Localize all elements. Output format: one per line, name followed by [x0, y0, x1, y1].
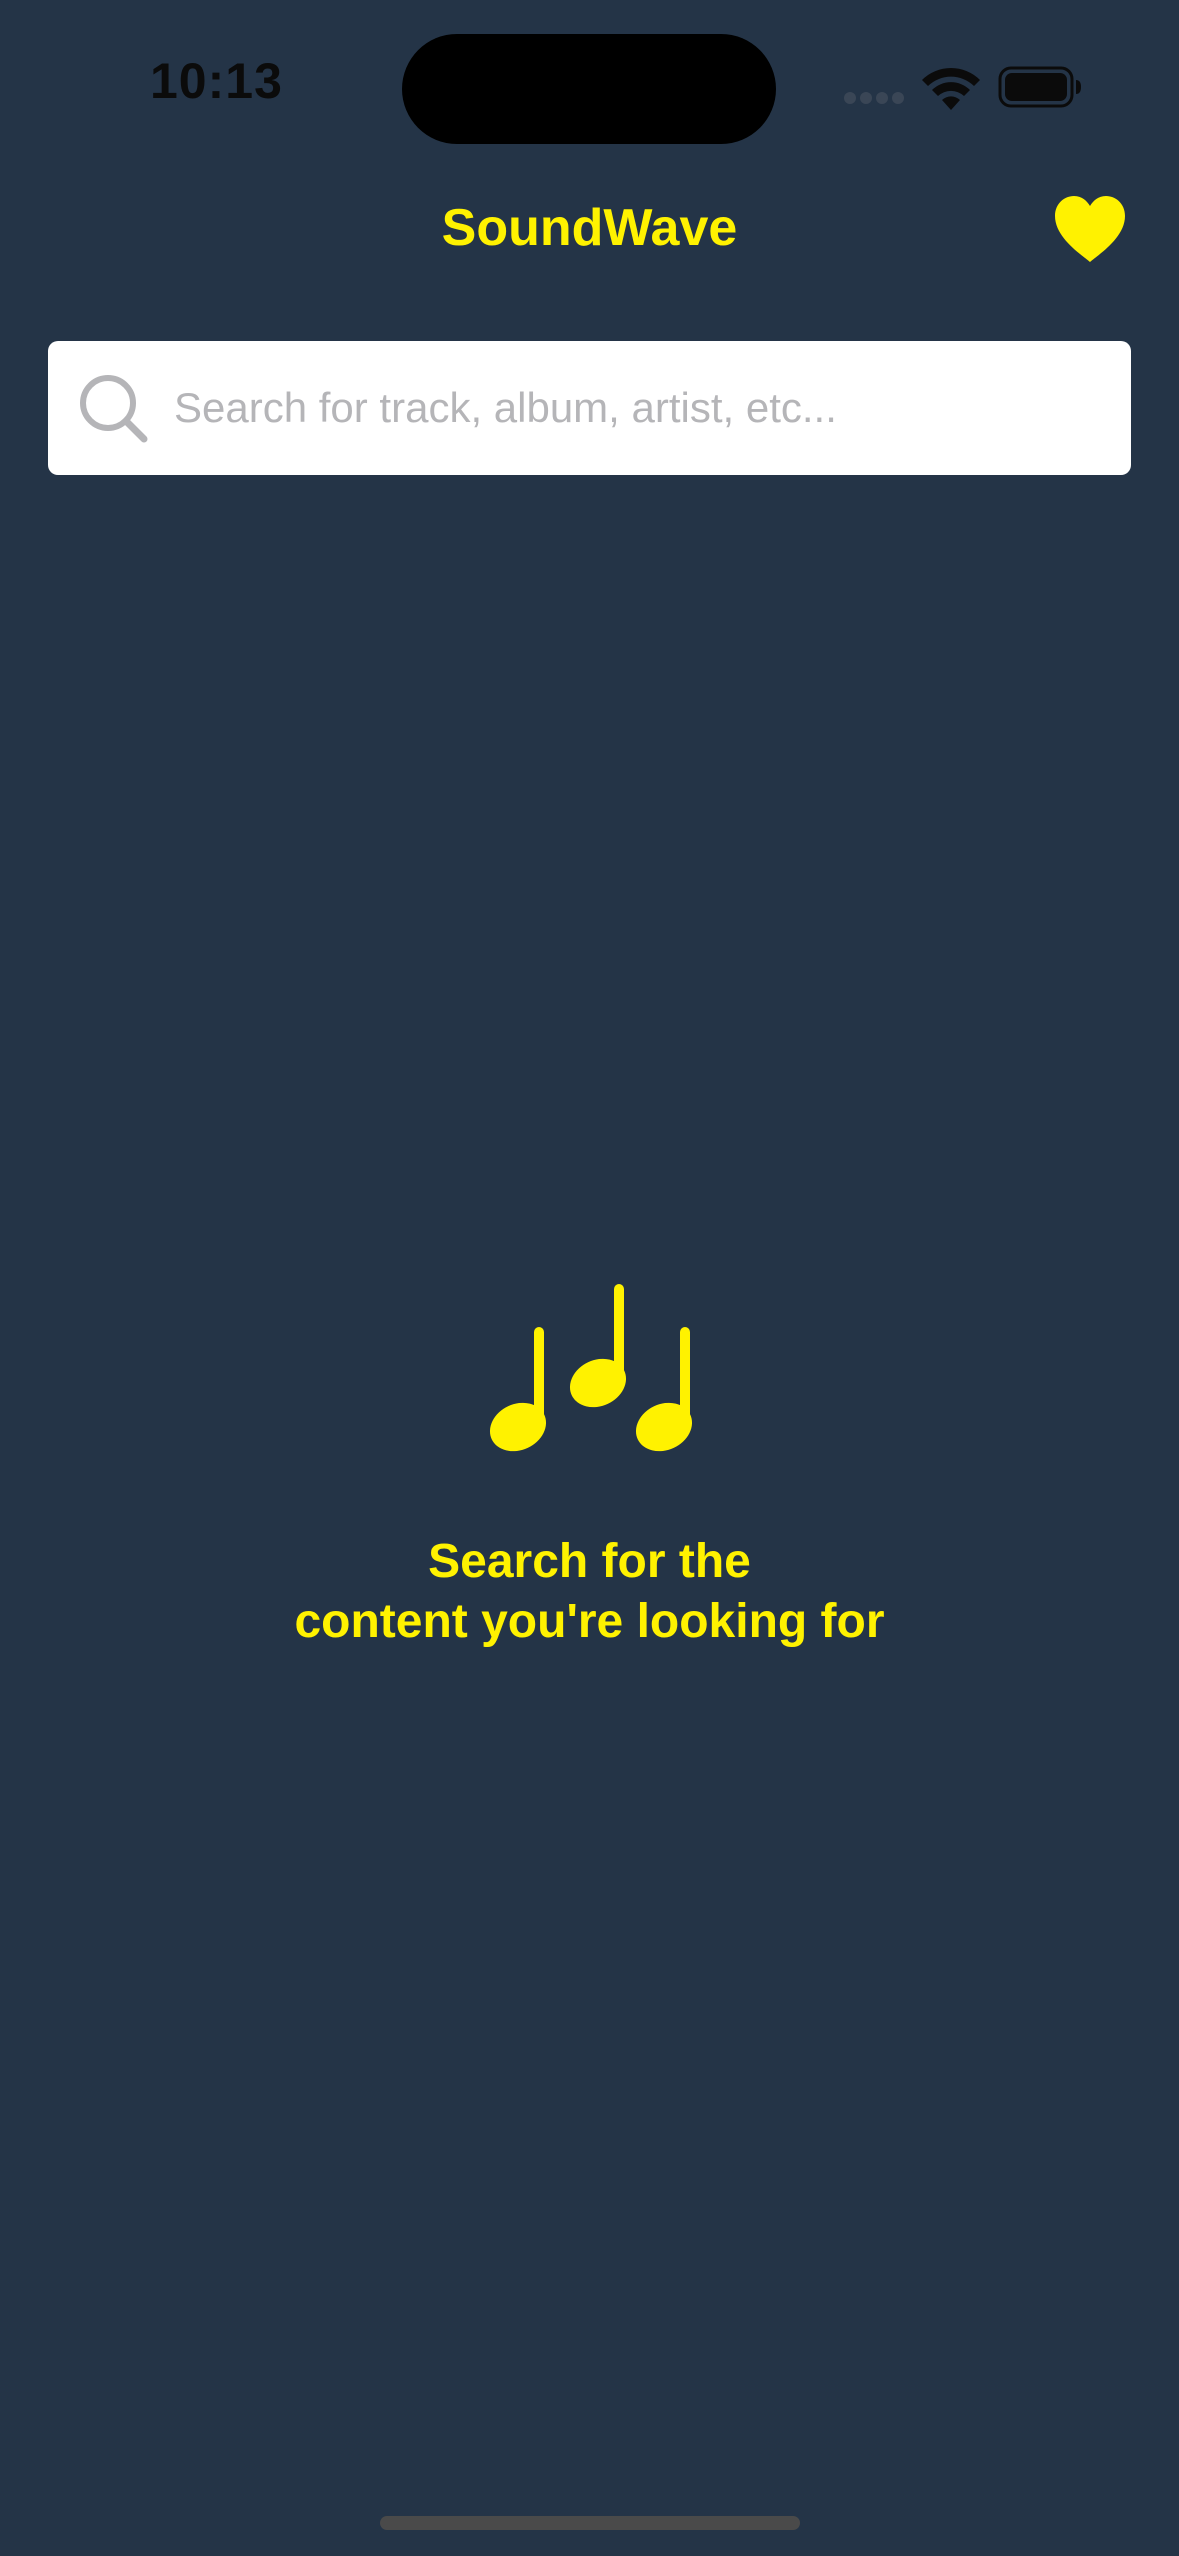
search-icon [80, 375, 148, 443]
home-indicator[interactable] [380, 2516, 800, 2530]
empty-state-message: Search for the content you're looking fo… [0, 1532, 1179, 1652]
music-notes-icon [489, 1284, 693, 1452]
status-bar: 10:13 [0, 0, 1179, 180]
status-time: 10:13 [150, 53, 283, 109]
empty-state-line-2: content you're looking for [294, 1595, 885, 1648]
battery-icon [998, 66, 1081, 108]
wifi-icon [922, 67, 980, 110]
empty-state-line-1: Search for the [428, 1535, 751, 1588]
cellular-signal-icon [844, 92, 906, 106]
dynamic-island [402, 34, 776, 144]
search-input[interactable] [174, 341, 1104, 475]
search-bar[interactable] [48, 341, 1131, 475]
heart-icon [1055, 196, 1125, 262]
app-title: SoundWave [441, 199, 738, 257]
favorites-button[interactable] [1052, 194, 1128, 264]
